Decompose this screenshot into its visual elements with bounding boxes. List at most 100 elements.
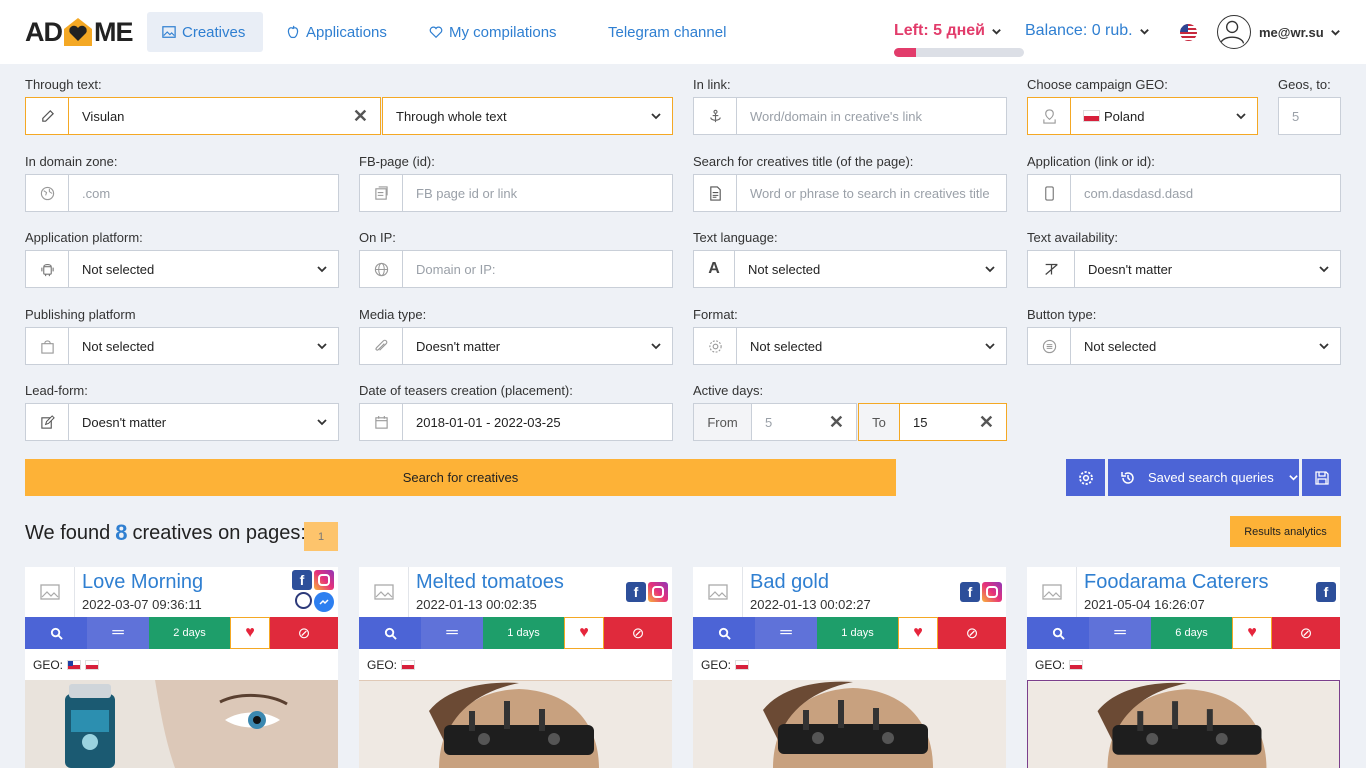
campaign-geo-select[interactable]: Poland bbox=[1027, 97, 1258, 135]
active-days-from-label: From bbox=[694, 404, 752, 440]
through-text-mode-value: Through whole text bbox=[396, 108, 507, 124]
creative-title[interactable]: Bad gold bbox=[750, 571, 829, 594]
favorite-heart-button[interactable]: ♥ bbox=[898, 617, 938, 649]
adhome-logo[interactable]: AD ME bbox=[25, 14, 133, 50]
menu-button[interactable]: ═ bbox=[421, 617, 483, 649]
creative-title-field[interactable]: Word or phrase to search in creatives ti… bbox=[693, 174, 1007, 212]
active-days-badge: 2 days bbox=[149, 617, 230, 649]
nav-applications[interactable]: Applications bbox=[271, 12, 402, 52]
view-details-button[interactable] bbox=[1027, 617, 1089, 649]
button-type-select[interactable]: Not selected bbox=[1027, 327, 1341, 365]
creative-date: 2022-01-13 00:02:27 bbox=[750, 597, 871, 612]
active-days-badge: 1 days bbox=[483, 617, 564, 649]
active-days-from-field[interactable]: From 5 ✕ bbox=[693, 403, 857, 441]
edit-form-icon bbox=[26, 404, 69, 440]
us-flag-icon[interactable] bbox=[1180, 24, 1197, 41]
geo-info: GEO: bbox=[33, 658, 100, 672]
date-creation-field[interactable]: 2018-01-01 - 2022-03-25 bbox=[359, 403, 673, 441]
block-button[interactable]: ⊘ bbox=[1272, 617, 1340, 649]
through-text-value[interactable]: Visulan bbox=[69, 109, 353, 124]
fb-page-placeholder: FB page id or link bbox=[416, 185, 518, 201]
pencil-icon bbox=[26, 98, 69, 134]
campaign-geo-label: Choose campaign GEO: bbox=[1027, 77, 1168, 92]
top-header: AD ME Creatives Applications My compilat… bbox=[0, 0, 1366, 64]
on-ip-field[interactable]: Domain or IP: bbox=[359, 250, 673, 288]
calendar-icon bbox=[360, 404, 403, 440]
clear-icon[interactable]: ✕ bbox=[829, 412, 844, 433]
active-days-to-field[interactable]: To 15 ✕ bbox=[858, 403, 1007, 441]
creative-title[interactable]: Melted tomatoes bbox=[416, 571, 564, 594]
clear-icon[interactable]: ✕ bbox=[353, 106, 368, 127]
lead-form-select[interactable]: Doesn't matter bbox=[25, 403, 339, 441]
search-icon bbox=[718, 627, 731, 640]
block-button[interactable]: ⊘ bbox=[270, 617, 338, 649]
view-details-button[interactable] bbox=[359, 617, 421, 649]
balance-dropdown[interactable]: Balance: 0 rub. bbox=[1025, 22, 1150, 40]
creative-image[interactable] bbox=[359, 680, 672, 768]
favorite-heart-button[interactable]: ♥ bbox=[230, 617, 270, 649]
chevron-down-icon bbox=[1319, 266, 1329, 273]
creative-image[interactable] bbox=[1027, 680, 1340, 768]
clear-icon[interactable]: ✕ bbox=[979, 412, 994, 433]
creative-title-placeholder: Word or phrase to search in creatives ti… bbox=[750, 185, 990, 201]
text-language-select[interactable]: A Not selected bbox=[693, 250, 1007, 288]
nav-telegram-label: Telegram channel bbox=[608, 23, 727, 41]
block-button[interactable]: ⊘ bbox=[938, 617, 1006, 649]
page-number-button[interactable]: 1 bbox=[304, 522, 338, 551]
geos-to-field[interactable]: 5 bbox=[1278, 97, 1341, 135]
chevron-down-icon bbox=[1319, 343, 1329, 350]
in-link-placeholder: Word/domain in creative's link bbox=[750, 108, 923, 124]
nav-my-compilations[interactable]: My compilations bbox=[414, 12, 572, 52]
text-availability-select[interactable]: Doesn't matter bbox=[1027, 250, 1341, 288]
active-days-label: Active days: bbox=[693, 383, 764, 398]
days-left-text: Left: 5 дней bbox=[894, 22, 985, 39]
user-avatar-icon[interactable] bbox=[1217, 15, 1251, 49]
search-settings-button[interactable] bbox=[1066, 459, 1105, 496]
facebook-icon: f bbox=[1316, 582, 1336, 602]
instagram-icon bbox=[648, 582, 668, 602]
application-placeholder: com.dasdasd.dasd bbox=[1084, 185, 1194, 201]
paperclip-icon bbox=[360, 328, 403, 364]
media-type-select[interactable]: Doesn't matter bbox=[359, 327, 673, 365]
creative-image[interactable] bbox=[693, 680, 1006, 768]
application-field[interactable]: com.dasdasd.dasd bbox=[1027, 174, 1341, 212]
text-off-icon bbox=[1028, 251, 1075, 287]
chevron-down-icon bbox=[317, 266, 327, 273]
app-platform-select[interactable]: Not selected bbox=[25, 250, 339, 288]
menu-button[interactable]: ═ bbox=[87, 617, 149, 649]
results-analytics-button[interactable]: Results analytics bbox=[1230, 516, 1341, 547]
fb-page-field[interactable]: FB page id or link bbox=[359, 174, 673, 212]
view-details-button[interactable] bbox=[25, 617, 87, 649]
domain-zone-field[interactable]: .com bbox=[25, 174, 339, 212]
block-button[interactable]: ⊘ bbox=[604, 617, 672, 649]
in-link-field[interactable]: Word/domain in creative's link bbox=[693, 97, 1007, 135]
app-platform-label: Application platform: bbox=[25, 230, 143, 245]
save-query-button[interactable] bbox=[1302, 459, 1341, 496]
media-type-label: Media type: bbox=[359, 307, 427, 322]
menu-button[interactable]: ═ bbox=[1089, 617, 1151, 649]
view-details-button[interactable] bbox=[693, 617, 755, 649]
search-creatives-button[interactable]: Search for creatives bbox=[25, 459, 896, 496]
publishing-platform-select[interactable]: Not selected bbox=[25, 327, 339, 365]
results-count: 8 bbox=[115, 520, 128, 545]
nav-telegram-channel[interactable]: Telegram channel bbox=[593, 12, 741, 52]
format-select[interactable]: Not selected bbox=[693, 327, 1007, 365]
through-text-field[interactable]: Visulan ✕ bbox=[25, 97, 381, 135]
creative-title[interactable]: Love Morning bbox=[82, 571, 203, 594]
logo-right-text: ME bbox=[94, 16, 133, 47]
through-text-mode-select[interactable]: Through whole text bbox=[382, 97, 673, 135]
creative-image[interactable] bbox=[25, 680, 338, 768]
saved-search-queries-button[interactable]: Saved search queries bbox=[1108, 459, 1299, 496]
active-days-to-value[interactable]: 15 bbox=[900, 415, 979, 430]
nav-creatives[interactable]: Creatives bbox=[147, 12, 263, 52]
text-language-value: Not selected bbox=[748, 261, 821, 277]
favorite-heart-button[interactable]: ♥ bbox=[1232, 617, 1272, 649]
favorite-heart-button[interactable]: ♥ bbox=[564, 617, 604, 649]
chevron-down-icon bbox=[992, 28, 1001, 35]
user-menu[interactable]: me@wr.su bbox=[1259, 25, 1341, 40]
active-days-badge: 1 days bbox=[817, 617, 898, 649]
balance-text: Balance: 0 rub. bbox=[1025, 22, 1133, 39]
days-left-dropdown[interactable]: Left: 5 дней bbox=[894, 22, 1002, 40]
creative-title[interactable]: Foodarama Caterers bbox=[1084, 571, 1269, 594]
menu-button[interactable]: ═ bbox=[755, 617, 817, 649]
